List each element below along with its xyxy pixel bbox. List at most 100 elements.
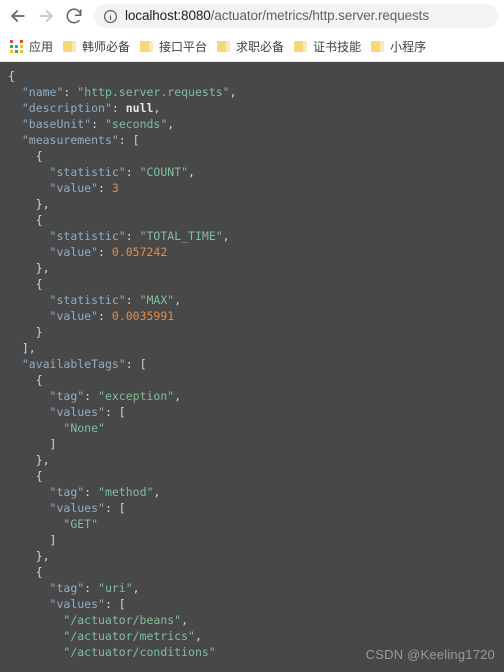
json-token-p: }, — [8, 261, 50, 275]
folder-icon — [217, 40, 231, 53]
bookmarks-bar: 应用 韩师必备 接口平台 求职必备 证书技能 小程序 — [0, 32, 504, 62]
json-line: "values": [ — [8, 404, 496, 420]
json-token-s: "None" — [63, 421, 105, 435]
bookmark-label: 韩师必备 — [82, 39, 131, 54]
json-token-p: , — [132, 581, 140, 595]
json-line: "statistic": "TOTAL_TIME", — [8, 228, 496, 244]
json-token-p: : — [91, 117, 105, 131]
arrow-right-icon — [36, 6, 56, 26]
address-bar[interactable]: localhost:8080/actuator/metrics/http.ser… — [94, 4, 498, 28]
json-token-k: "value" — [49, 309, 99, 323]
bookmark-apps[interactable]: 应用 — [5, 36, 58, 58]
json-token-s: "COUNT" — [139, 165, 189, 179]
json-token-p: , — [167, 117, 175, 131]
json-line: { — [8, 276, 496, 292]
json-token-k: "values" — [49, 405, 105, 419]
json-response-viewer[interactable]: { "name": "http.server.requests", "descr… — [0, 62, 504, 672]
json-line: "tag": "exception", — [8, 388, 496, 404]
json-token-p — [8, 229, 50, 243]
json-token-p: : — [63, 85, 78, 99]
json-token-p: { — [8, 277, 43, 291]
json-token-p: : [ — [104, 405, 126, 419]
json-token-p: { — [8, 69, 15, 83]
json-token-k: "baseUnit" — [21, 117, 92, 131]
json-token-p — [8, 501, 50, 515]
json-token-k: "tag" — [49, 389, 85, 403]
json-token-n: 3 — [111, 181, 119, 195]
json-token-p: { — [8, 213, 43, 227]
info-circle-icon[interactable] — [102, 8, 118, 24]
json-token-p: }, — [8, 549, 50, 563]
json-token-p — [8, 117, 22, 131]
json-line: "GET" — [8, 516, 496, 532]
json-token-s: "method" — [98, 485, 154, 499]
bookmark-folder-2[interactable]: 接口平台 — [135, 36, 212, 58]
json-token-k: "values" — [49, 597, 105, 611]
json-token-n: 0.0035991 — [111, 309, 175, 323]
json-token-p: ] — [8, 437, 57, 451]
json-token-s: "MAX" — [139, 293, 175, 307]
json-line: "values": [ — [8, 500, 496, 516]
json-token-p: : — [125, 293, 140, 307]
json-token-s: "/actuator/metrics" — [63, 629, 195, 643]
forward-button[interactable] — [32, 2, 60, 30]
json-line: "value": 0.0035991 — [8, 308, 496, 324]
json-line: "value": 3 — [8, 180, 496, 196]
json-token-p: , — [181, 613, 189, 627]
json-token-p — [8, 293, 50, 307]
bookmark-folder-3[interactable]: 求职必备 — [212, 36, 289, 58]
json-line: ] — [8, 436, 496, 452]
json-token-p — [8, 517, 63, 531]
json-token-p: { — [8, 469, 43, 483]
json-token-p — [8, 629, 63, 643]
json-line: { — [8, 148, 496, 164]
json-token-p: : — [98, 181, 112, 195]
json-token-p — [8, 245, 50, 259]
json-line: "measurements": [ — [8, 132, 496, 148]
back-button[interactable] — [4, 2, 32, 30]
json-token-p — [8, 389, 50, 403]
json-token-k: "description" — [21, 101, 112, 115]
json-token-p: : — [84, 389, 99, 403]
json-token-nul: null — [125, 101, 154, 115]
json-line: } — [8, 324, 496, 340]
json-line: "/actuator/conditions" — [8, 644, 496, 660]
json-token-k: "value" — [49, 245, 99, 259]
json-token-s: "GET" — [63, 517, 99, 531]
json-token-s: "seconds" — [104, 117, 168, 131]
arrow-left-icon — [8, 6, 28, 26]
json-token-p: , — [153, 485, 161, 499]
bookmark-label: 求职必备 — [236, 39, 285, 54]
json-token-p: } — [8, 325, 43, 339]
json-token-s: "TOTAL_TIME" — [139, 229, 223, 243]
json-line: { — [8, 468, 496, 484]
json-token-p: : [ — [104, 501, 126, 515]
json-token-p: : — [125, 229, 140, 243]
json-token-p: , — [153, 101, 161, 115]
reload-icon — [65, 7, 83, 25]
json-token-p: , — [222, 229, 230, 243]
bookmark-folder-5[interactable]: 小程序 — [366, 36, 431, 58]
bookmark-folder-1[interactable]: 韩师必备 — [58, 36, 135, 58]
json-token-p: , — [174, 389, 182, 403]
json-token-p — [8, 309, 50, 323]
json-token-p: { — [8, 565, 43, 579]
json-token-p: : [ — [125, 357, 147, 371]
browser-chrome: localhost:8080/actuator/metrics/http.ser… — [0, 0, 504, 62]
json-token-k: "tag" — [49, 485, 85, 499]
json-token-s: "exception" — [98, 389, 175, 403]
json-token-p: , — [188, 165, 195, 179]
json-token-s: "/actuator/beans" — [63, 613, 182, 627]
json-token-p: ] — [8, 533, 57, 547]
json-token-p — [8, 645, 63, 659]
json-line: "None" — [8, 420, 496, 436]
json-token-p: : — [111, 101, 126, 115]
json-token-p: , — [174, 293, 182, 307]
json-token-p: { — [8, 149, 43, 163]
url-text: localhost:8080/actuator/metrics/http.ser… — [125, 8, 429, 24]
bookmark-folder-4[interactable]: 证书技能 — [289, 36, 366, 58]
json-line: "tag": "uri", — [8, 580, 496, 596]
browser-toolbar: localhost:8080/actuator/metrics/http.ser… — [0, 0, 504, 32]
reload-button[interactable] — [60, 2, 88, 30]
json-line: "/actuator/beans", — [8, 612, 496, 628]
